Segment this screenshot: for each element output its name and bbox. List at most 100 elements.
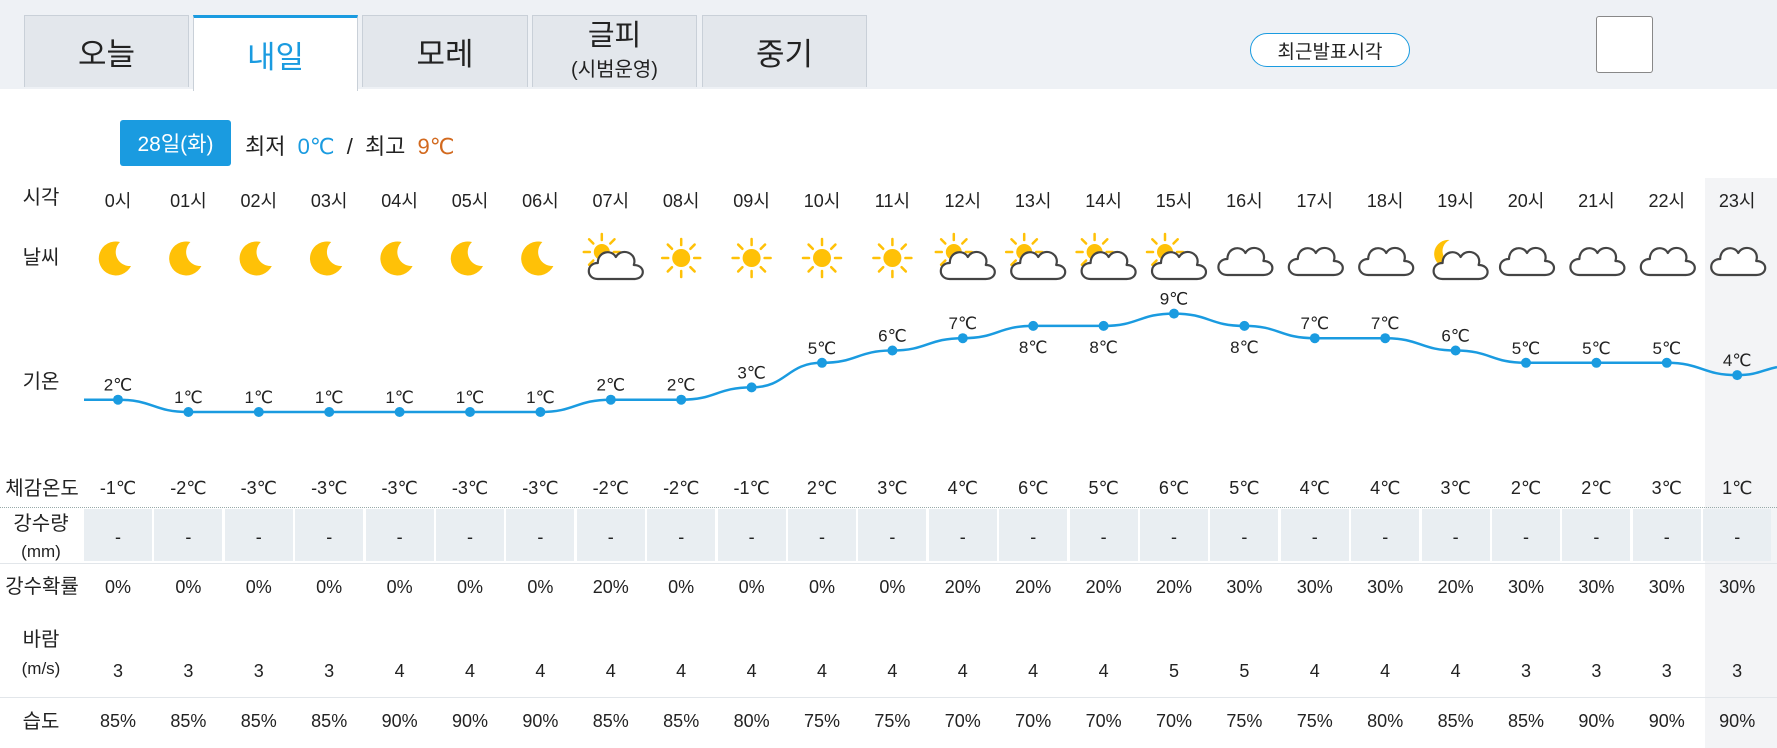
moon-icon (380, 241, 413, 276)
temperature-point (605, 394, 616, 405)
humidity-value: 75% (874, 711, 911, 731)
moon-icon (450, 241, 483, 276)
hour-label: 16시 (1226, 191, 1263, 211)
hour-label: 10시 (803, 191, 841, 211)
temperature-point (676, 394, 687, 405)
humidity-value: 90% (1648, 711, 1685, 731)
precip-probability-value: 0% (104, 577, 131, 597)
moon-icon (169, 241, 202, 276)
hour-label: 11시 (874, 191, 911, 211)
temperature-point (535, 407, 546, 417)
precip-probability-value: 0% (668, 577, 695, 597)
hour-label: 07시 (592, 191, 630, 211)
humidity-value: 85% (592, 711, 629, 731)
cloud-icon (1217, 246, 1274, 277)
temperature-point (957, 333, 968, 344)
hour-label: 01시 (170, 191, 207, 211)
precip-value: - (1030, 527, 1037, 547)
precip-probability-value: 30% (1507, 577, 1545, 597)
temperature-label: 5℃ (808, 339, 837, 358)
humidity-value: 90% (1578, 711, 1615, 731)
wind-value: 5 (1168, 661, 1179, 681)
sun-cloud-icon (934, 232, 996, 281)
feels-like-value: 6℃ (1158, 478, 1190, 498)
hour-label: 08시 (662, 191, 700, 211)
tab-tomorrow[interactable]: 내일 (193, 15, 358, 91)
cloud-icon (1358, 246, 1415, 277)
precip-probability-value: 0% (316, 577, 343, 597)
wind-value: 3 (324, 661, 335, 681)
hour-label: 18시 (1366, 191, 1404, 211)
precip-probability-value: 0% (245, 577, 272, 597)
row-divider (0, 507, 1777, 508)
sun-icon (660, 237, 702, 279)
humidity-value: 70% (1155, 711, 1193, 731)
precip-probability-value: 20% (1015, 577, 1052, 597)
wind-value: 3 (1732, 661, 1743, 681)
humidity-value: 75% (803, 711, 841, 731)
sun-icon (872, 237, 913, 279)
sun-cloud-icon (1075, 232, 1137, 281)
humidity-value: 80% (733, 711, 770, 731)
max-label: 최고 (364, 134, 406, 159)
temperature-point (1380, 333, 1391, 344)
sun-cloud-icon (582, 232, 644, 281)
feels-like-value: 2℃ (1581, 478, 1612, 498)
sun-icon (731, 237, 772, 279)
tab-sublabel: (시범운영) (571, 59, 658, 81)
wind-value: 3 (1661, 661, 1672, 681)
precip-probability-value: 30% (1367, 577, 1404, 597)
precip-value: - (678, 527, 685, 547)
humidity-value: 90% (1719, 711, 1756, 731)
humidity-value: 75% (1226, 711, 1263, 731)
feels-like-value: 3℃ (877, 478, 908, 498)
temperature-label: 1℃ (456, 388, 485, 407)
temperature-line (84, 312, 1777, 414)
hour-label: 09시 (733, 191, 770, 211)
precip-probability-value: 0% (738, 577, 765, 597)
precip-value: - (396, 527, 403, 547)
temperature-point (887, 345, 898, 356)
temperature-label: 6℃ (1441, 327, 1470, 346)
wind-value: 4 (1098, 661, 1109, 681)
temperature-point (1169, 308, 1179, 319)
row-label-feels-like: 체감온도 (5, 478, 79, 500)
hour-label: 22시 (1648, 191, 1686, 211)
max-value: 9℃ (417, 134, 455, 159)
wind-value: 4 (394, 661, 405, 681)
wind-value: 4 (605, 661, 616, 681)
temperature-point (817, 357, 827, 368)
hour-label: 05시 (451, 191, 489, 211)
temperature-point (113, 394, 123, 405)
hour-label: 12시 (944, 191, 982, 211)
precip-probability-value: 20% (944, 577, 981, 597)
cloud-icon (1498, 246, 1556, 277)
humidity-value: 85% (663, 711, 700, 731)
wind-value: 3 (253, 661, 264, 681)
feels-like-value: 5℃ (1088, 478, 1119, 498)
temperature-point (746, 382, 757, 393)
tab-today[interactable]: 오늘 (24, 15, 189, 87)
feels-like-value: -3℃ (311, 478, 348, 498)
precip-value: - (1171, 527, 1177, 547)
square-button[interactable] (1596, 16, 1653, 73)
wind-value: 4 (1450, 661, 1461, 681)
row-label-precipitation: 강수량 (13, 513, 69, 535)
moon-cloud-icon (1432, 239, 1489, 281)
tab-midterm[interactable]: 중기 (702, 15, 867, 87)
precip-probability-value: 20% (1085, 577, 1122, 597)
cloud-icon (1287, 246, 1344, 277)
recent-announcement-button[interactable]: 최근발표시각 (1250, 33, 1410, 67)
humidity-value: 70% (1085, 711, 1122, 731)
sun-cloud-icon (1145, 232, 1208, 281)
tab-label: 글피 (587, 20, 642, 52)
precip-value: - (607, 527, 614, 547)
feels-like-value: 3℃ (1440, 478, 1471, 498)
tab-3days-later[interactable]: 글피 (시범운영) (532, 15, 697, 87)
humidity-value: 70% (944, 711, 981, 731)
moon-icon (521, 241, 554, 276)
precip-value: - (185, 527, 192, 547)
temperature-label: 1℃ (385, 388, 414, 407)
temperature-label: 5℃ (1653, 339, 1682, 358)
tab-day-after[interactable]: 모레 (362, 15, 528, 87)
